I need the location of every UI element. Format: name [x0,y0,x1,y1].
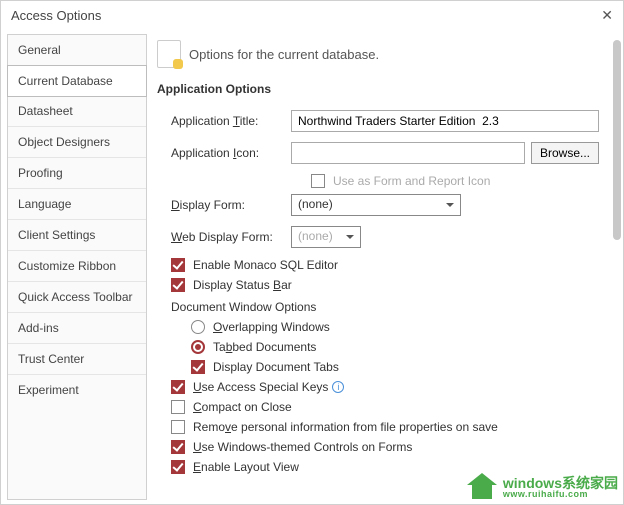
close-icon[interactable]: ✕ [601,7,613,24]
label-themed-controls: Use Windows-themed Controls on Forms [193,440,412,454]
scroll-content: Options for the current database. Applic… [157,40,605,494]
label-enable-layout-view: Enable Layout View [193,460,299,474]
application-icon-field[interactable] [291,142,525,164]
label-use-as-form-report-icon: Use as Form and Report Icon [333,174,490,188]
checkbox-use-access-special-keys[interactable] [171,380,185,394]
label-remove-personal-info: Remove personal information from file pr… [193,420,498,434]
label-use-access-special-keys: Use Access Special Keys [193,380,328,394]
checkbox-enable-monaco[interactable] [171,258,185,272]
sidebar-item-client-settings[interactable]: Client Settings [8,220,146,251]
web-display-form-select: (none) [291,226,361,248]
scrollbar[interactable] [613,40,621,494]
label-tabbed-documents: Tabbed Documents [213,340,316,354]
row-use-access-special-keys: Use Access Special Keys i [171,380,599,394]
display-form-select[interactable]: (none) [291,194,461,216]
row-themed-controls: Use Windows-themed Controls on Forms [171,440,599,454]
sidebar-item-add-ins[interactable]: Add-ins [8,313,146,344]
label-application-title: Application Title: [171,114,291,128]
dialog-title: Access Options [11,8,101,23]
sidebar-item-customize-ribbon[interactable]: Customize Ribbon [8,251,146,282]
application-title-field[interactable] [291,110,599,132]
browse-button[interactable]: Browse... [531,142,599,164]
category-sidebar: General Current Database Datasheet Objec… [7,34,147,500]
dialog-body: General Current Database Datasheet Objec… [1,30,623,504]
checkbox-compact-on-close[interactable] [171,400,185,414]
row-display-document-tabs: Display Document Tabs [191,360,599,374]
checkbox-display-status-bar[interactable] [171,278,185,292]
sidebar-item-experiment[interactable]: Experiment [8,375,146,405]
row-compact-on-close: Compact on Close [171,400,599,414]
row-application-title: Application Title: [171,110,599,132]
sidebar-item-object-designers[interactable]: Object Designers [8,127,146,158]
radio-tabbed-documents[interactable] [191,340,205,354]
sidebar-item-language[interactable]: Language [8,189,146,220]
row-application-icon: Application Icon: Browse... [171,142,599,164]
sidebar-item-quick-access-toolbar[interactable]: Quick Access Toolbar [8,282,146,313]
label-display-document-tabs: Display Document Tabs [213,360,339,374]
radio-overlapping-windows[interactable] [191,320,205,334]
sidebar-item-trust-center[interactable]: Trust Center [8,344,146,375]
row-remove-personal-info: Remove personal information from file pr… [171,420,599,434]
main-panel: Options for the current database. Applic… [147,30,623,504]
page-header: Options for the current database. [157,40,599,68]
checkbox-themed-controls[interactable] [171,440,185,454]
checkbox-enable-layout-view[interactable] [171,460,185,474]
sidebar-item-proofing[interactable]: Proofing [8,158,146,189]
sidebar-item-datasheet[interactable]: Datasheet [8,96,146,127]
row-web-display-form: Web Display Form: (none) [171,226,599,248]
page-description: Options for the current database. [189,47,379,62]
label-display-form: Display Form: [171,198,291,212]
scroll-thumb[interactable] [613,40,621,240]
info-icon[interactable]: i [332,381,344,393]
label-application-icon: Application Icon: [171,146,291,160]
row-display-form: Display Form: (none) [171,194,599,216]
label-web-display-form: Web Display Form: [171,230,291,244]
access-options-dialog: Access Options ✕ General Current Databas… [0,0,624,505]
titlebar: Access Options ✕ [1,1,623,30]
label-overlapping-windows: Overlapping Windows [213,320,330,334]
label-display-status-bar: Display Status Bar [193,278,292,292]
label-enable-monaco: Enable Monaco SQL Editor [193,258,338,272]
checkbox-display-document-tabs[interactable] [191,360,205,374]
database-icon [157,40,181,68]
section-title-application-options: Application Options [157,82,599,96]
label-document-window-options: Document Window Options [171,300,599,314]
checkbox-remove-personal-info[interactable] [171,420,185,434]
label-compact-on-close: Compact on Close [193,400,292,414]
row-tabbed-documents: Tabbed Documents [191,340,599,354]
row-use-as-form-report-icon: Use as Form and Report Icon [311,174,599,188]
row-enable-monaco: Enable Monaco SQL Editor [171,258,599,272]
checkbox-use-as-form-report-icon [311,174,325,188]
row-overlapping-windows: Overlapping Windows [191,320,599,334]
sidebar-item-general[interactable]: General [8,35,146,66]
sidebar-item-current-database[interactable]: Current Database [7,65,147,97]
row-enable-layout-view: Enable Layout View [171,460,599,474]
row-display-status-bar: Display Status Bar [171,278,599,292]
